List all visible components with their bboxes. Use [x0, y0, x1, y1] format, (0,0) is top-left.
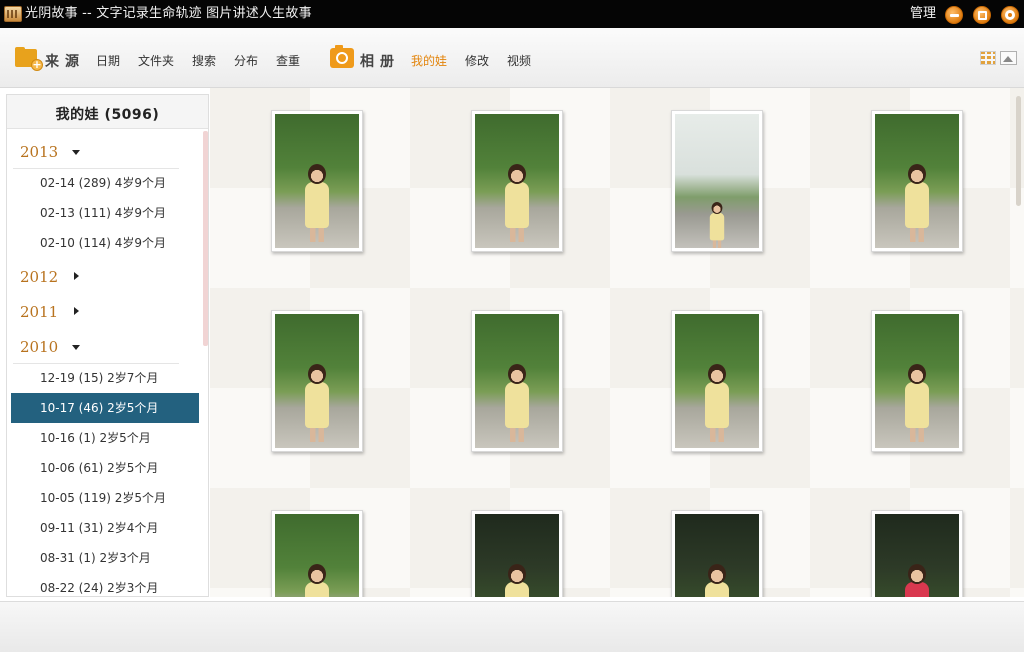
photo-image: [275, 314, 359, 448]
photo-thumbnail[interactable]: [671, 110, 763, 252]
photo-image: [475, 514, 559, 597]
chevron-right-icon[interactable]: [74, 272, 79, 280]
date-item-selected[interactable]: 10-17 (46) 2岁5个月: [11, 393, 199, 423]
maximize-icon: [978, 11, 987, 20]
photo-image: [475, 114, 559, 248]
main-scrollbar[interactable]: [1016, 96, 1021, 206]
date-item[interactable]: 02-13 (111) 4岁9个月: [11, 198, 199, 228]
photo-thumbnail[interactable]: [471, 110, 563, 252]
photo-image: [675, 514, 759, 597]
nav-folder[interactable]: 文件夹: [138, 52, 174, 69]
source-group-label: 来源: [45, 54, 85, 70]
close-button[interactable]: [1001, 6, 1019, 24]
photo-thumbnail[interactable]: [471, 510, 563, 597]
window-title: 光阴故事 -- 文字记录生命轨迹 图片讲述人生故事: [25, 6, 312, 21]
year-2010[interactable]: 2010: [20, 338, 58, 356]
photo-thumbnail[interactable]: [271, 310, 363, 452]
toolbar: + 来源 日期 文件夹 搜索 分布 查重 相册 我的娃 修改 视频: [0, 28, 1024, 88]
photo-thumbnail[interactable]: [871, 310, 963, 452]
photo-image: [875, 514, 959, 597]
album-header: 我的娃 (5096): [7, 95, 208, 129]
status-bar: [0, 601, 1024, 652]
manage-link[interactable]: 管理: [910, 6, 936, 22]
nav-video[interactable]: 视频: [507, 52, 531, 69]
photo-image: [875, 314, 959, 448]
photo-image: [875, 114, 959, 248]
album-title: 我的娃 (5096): [55, 107, 160, 123]
photo-image: [475, 314, 559, 448]
photo-thumbnail[interactable]: [871, 110, 963, 252]
single-image-view-icon[interactable]: [1000, 51, 1017, 65]
photo-thumbnail[interactable]: [271, 510, 363, 597]
year-2013[interactable]: 2013: [20, 143, 58, 161]
sidebar-scrollbar[interactable]: [203, 131, 208, 346]
nav-date[interactable]: 日期: [96, 52, 120, 69]
date-item[interactable]: 10-06 (61) 2岁5个月: [11, 453, 199, 483]
maximize-button[interactable]: [973, 6, 991, 24]
camera-icon[interactable]: [330, 45, 354, 68]
photo-thumbnail[interactable]: [271, 110, 363, 252]
photo-thumbnail[interactable]: [671, 310, 763, 452]
album-sidebar: 我的娃 (5096) 2013 02-14 (289) 4岁9个月 02-13 …: [6, 94, 209, 597]
minimize-icon: [950, 14, 959, 17]
date-item[interactable]: 08-31 (1) 2岁3个月: [11, 543, 199, 573]
date-item[interactable]: 09-11 (31) 2岁4个月: [11, 513, 199, 543]
photo-image: [675, 114, 759, 248]
photo-grid: [210, 88, 1024, 597]
chevron-right-icon[interactable]: [74, 307, 79, 315]
chevron-down-icon[interactable]: [72, 345, 80, 350]
photo-thumbnail[interactable]: [871, 510, 963, 597]
nav-edit[interactable]: 修改: [465, 52, 489, 69]
year-2012[interactable]: 2012: [20, 268, 58, 286]
minimize-button[interactable]: [945, 6, 963, 24]
nav-my-baby[interactable]: 我的娃: [411, 52, 447, 69]
photo-image: [275, 514, 359, 597]
album-group-label: 相册: [360, 54, 400, 70]
photo-image: [275, 114, 359, 248]
folder-add-icon[interactable]: +: [15, 47, 43, 71]
date-item[interactable]: 12-19 (15) 2岁7个月: [11, 363, 199, 393]
nav-distribution[interactable]: 分布: [234, 52, 258, 69]
title-bar: 光阴故事 -- 文字记录生命轨迹 图片讲述人生故事 管理: [0, 0, 1024, 28]
nav-search[interactable]: 搜索: [192, 52, 216, 69]
grid-view-icon[interactable]: [980, 51, 996, 65]
date-item[interactable]: 08-22 (24) 2岁3个月: [11, 573, 199, 596]
photo-image: [675, 314, 759, 448]
chevron-down-icon[interactable]: [72, 150, 80, 155]
photo-thumbnail[interactable]: [471, 310, 563, 452]
date-item[interactable]: 02-10 (114) 4岁9个月: [11, 228, 199, 258]
date-item[interactable]: 02-14 (289) 4岁9个月: [11, 168, 199, 198]
photo-thumbnail[interactable]: [671, 510, 763, 597]
date-item[interactable]: 10-16 (1) 2岁5个月: [11, 423, 199, 453]
close-icon: [1005, 10, 1015, 20]
nav-duplicates[interactable]: 查重: [276, 52, 300, 69]
year-2011[interactable]: 2011: [20, 303, 58, 321]
date-item[interactable]: 10-05 (119) 2岁5个月: [11, 483, 199, 513]
film-strip-icon: [4, 6, 22, 22]
